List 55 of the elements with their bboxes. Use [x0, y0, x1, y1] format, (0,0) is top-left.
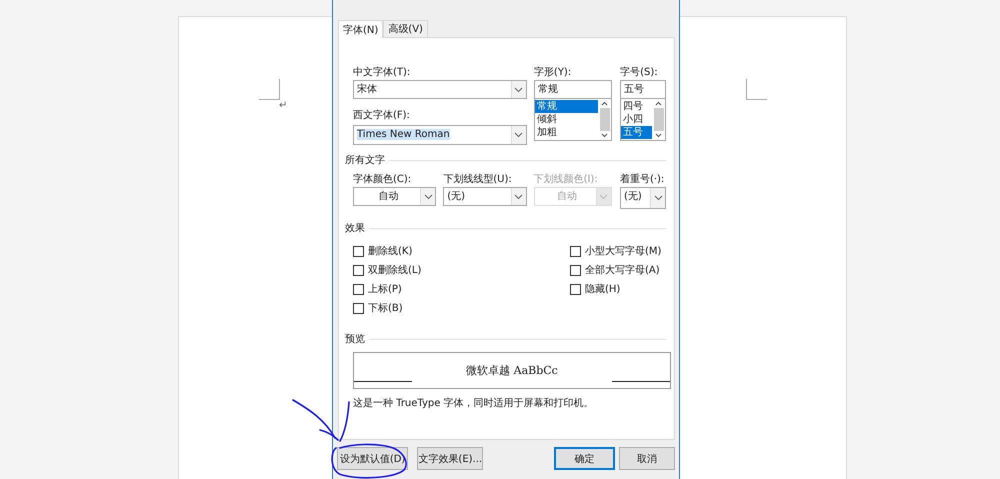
tab[interactable]: 字体(N): [338, 20, 384, 38]
text-field[interactable]: 五号: [620, 80, 666, 99]
list-item[interactable]: 小四: [621, 113, 652, 126]
field-label: 中文字体(T):: [353, 66, 412, 80]
chevron-down-icon: [599, 194, 608, 200]
checkbox[interactable]: 下标(B): [353, 301, 570, 315]
list-item[interactable]: 五号: [621, 126, 652, 139]
list-item[interactable]: 常规: [534, 100, 598, 113]
dropdown[interactable]: (无): [620, 187, 666, 209]
western-font-combo[interactable]: Times New Roman: [353, 125, 527, 145]
list-box[interactable]: 四号 小四 五号: [620, 99, 666, 141]
field-label: 着重号(·):: [620, 173, 666, 187]
checkbox[interactable]: 隐藏(H): [570, 282, 662, 296]
section-title: 预览: [345, 333, 365, 346]
font-description: 这是一种 TrueType 字体，同时适用于屏幕和打印机。: [353, 396, 595, 410]
list-item[interactable]: 加粗: [534, 126, 598, 139]
dialog-button[interactable]: 确定: [554, 447, 615, 470]
chinese-font-combo[interactable]: 宋体: [353, 80, 527, 99]
dropdown[interactable]: 自动: [353, 187, 436, 206]
field-label: 下划线线型(U):: [443, 173, 513, 187]
section-title: 所有文字: [345, 154, 385, 167]
list-box[interactable]: 常规 倾斜 加粗: [534, 99, 612, 141]
dialog-button[interactable]: 取消: [618, 447, 675, 470]
chevron-down-icon: [654, 195, 662, 201]
checkbox[interactable]: 删除线(K): [353, 244, 570, 258]
section-title: 效果: [345, 222, 365, 235]
chevron-down-icon: [514, 86, 524, 92]
chevron-up-icon[interactable]: [601, 101, 608, 106]
checkbox[interactable]: 双删除线(L): [353, 263, 570, 277]
dropdown[interactable]: (无): [443, 187, 527, 206]
field-label: 字号(S):: [620, 66, 659, 80]
checkbox[interactable]: 全部大写字母(A): [570, 263, 662, 277]
field-label: 字体颜色(C):: [353, 173, 412, 187]
list-item[interactable]: 倾斜: [534, 113, 598, 126]
margin-corner-mark: [746, 79, 767, 100]
chevron-down-icon: [514, 132, 524, 138]
field-label: 字形(Y):: [534, 66, 572, 80]
scrollbar[interactable]: [652, 99, 665, 140]
chevron-down-icon[interactable]: [655, 133, 662, 138]
field-label: 西文字体(F):: [353, 109, 411, 123]
preview-sample: 微软卓越 AaBbCc: [465, 363, 559, 378]
dialog-button[interactable]: 文字效果(E)...: [417, 447, 484, 470]
chevron-down-icon: [514, 194, 524, 200]
tab[interactable]: 高级(V): [383, 20, 428, 37]
checkbox[interactable]: 上标(P): [353, 282, 570, 296]
scrollbar[interactable]: [598, 99, 612, 140]
checkbox[interactable]: 小型大写字母(M): [570, 244, 662, 258]
field-label: 下划线颜色(I):: [534, 173, 599, 187]
text-field[interactable]: 常规: [534, 80, 612, 99]
margin-corner-mark: [259, 79, 280, 100]
chevron-down-icon[interactable]: [601, 133, 608, 138]
paragraph-mark: ↵: [279, 101, 288, 111]
list-item[interactable]: 四号: [621, 100, 652, 113]
chevron-down-icon: [424, 194, 433, 200]
chevron-up-icon[interactable]: [655, 101, 662, 106]
